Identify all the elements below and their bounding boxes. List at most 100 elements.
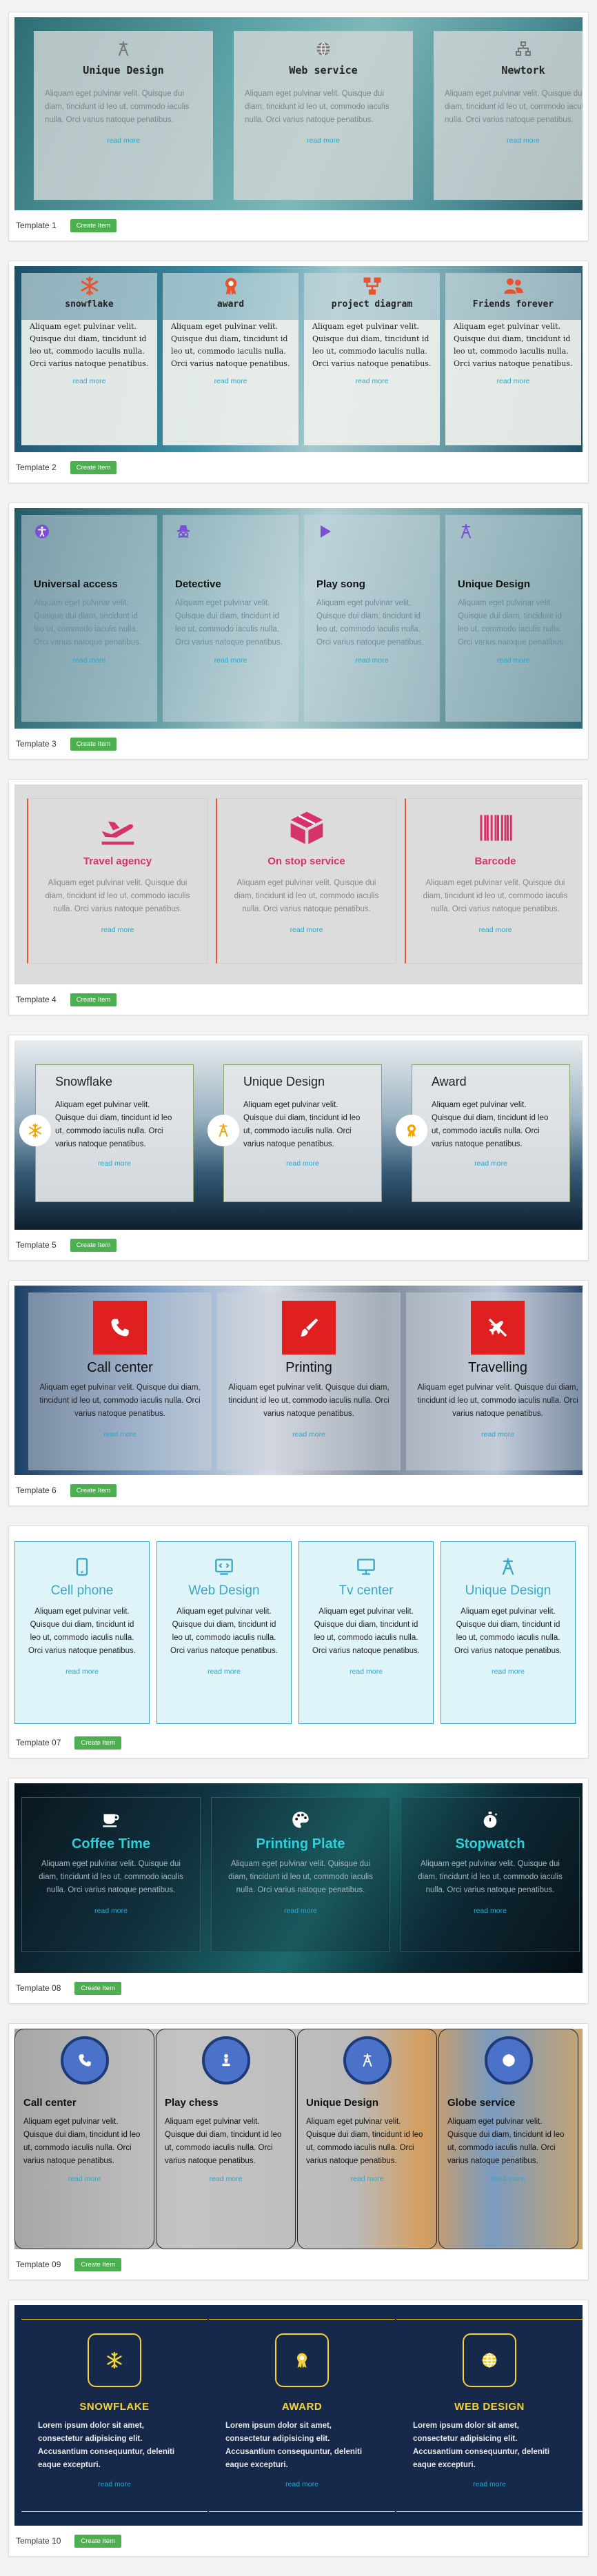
read-more-link[interactable]: read more — [103, 1430, 136, 1439]
read-more-link[interactable]: read more — [356, 377, 389, 385]
read-more-link[interactable]: read more — [68, 2175, 101, 2183]
read-more-link[interactable]: read more — [107, 136, 140, 145]
card-description: Aliquam eget pulvinar velit. Quisque dui… — [39, 1383, 201, 1418]
card-title: Detective — [175, 578, 221, 590]
code-window-icon — [214, 1557, 234, 1576]
card-title: Stopwatch — [455, 1836, 525, 1852]
template-banner: SNOWFLAKE Lorem ipsum dolor sit amet, con… — [14, 2305, 583, 2526]
create-item-button[interactable]: Create Item — [70, 1483, 117, 1497]
compass-icon — [498, 1557, 518, 1576]
read-more-link[interactable]: read more — [101, 926, 134, 934]
read-more-link[interactable]: read more — [214, 377, 247, 385]
card-description: Aliquam eget pulvinar velit. Quisque dui… — [55, 1101, 172, 1148]
card-description: Aliquam eget pulvinar velit. Quisque dui… — [458, 599, 565, 647]
read-more-link[interactable]: read more — [65, 1667, 99, 1676]
card-description: Lorem ipsum dolor sit amet, consectetur … — [38, 2422, 175, 2469]
card-description: Aliquam eget pulvinar velit. Quisque dui… — [454, 322, 573, 368]
read-more-link[interactable]: read more — [474, 1907, 507, 1915]
create-item-button[interactable]: Create Item — [70, 993, 117, 1006]
read-more-link[interactable]: read more — [285, 2480, 318, 2488]
card-title: Travel agency — [83, 855, 152, 867]
barcode-icon — [476, 809, 515, 847]
card-description: Aliquam eget pulvinar velit. Quisque dui… — [165, 2118, 282, 2165]
card-description: Aliquam eget pulvinar velit. Quisque dui… — [34, 599, 141, 647]
card-description: Aliquam eget pulvinar velit. Quisque dui… — [171, 322, 290, 368]
palette-icon — [291, 1810, 310, 1829]
card-description: Aliquam eget pulvinar velit. Quisque dui… — [45, 90, 190, 124]
card-description: Aliquam eget pulvinar velit. Quisque dui… — [45, 879, 190, 913]
accessibility-icon — [34, 523, 50, 540]
diagram-icon — [362, 276, 383, 296]
card-title: Universal access — [34, 578, 118, 590]
feature-card: WEB DESIGN Lorem ipsum dolor sit amet, co… — [396, 2319, 583, 2512]
card-title: Printing Plate — [256, 1836, 345, 1852]
card-description: Aliquam eget pulvinar velit. Quisque dui… — [312, 1608, 420, 1655]
plane-slash-icon — [471, 1301, 525, 1355]
award-icon — [275, 2333, 329, 2387]
card-description: Aliquam eget pulvinar velit. Quisque dui… — [28, 1608, 136, 1655]
read-more-link[interactable]: read more — [290, 926, 323, 934]
create-item-button[interactable]: Create Item — [74, 1736, 122, 1750]
create-item-button[interactable]: Create Item — [74, 2534, 122, 2548]
read-more-link[interactable]: read more — [284, 1907, 317, 1915]
create-item-button[interactable]: Create Item — [74, 2258, 122, 2271]
read-more-link[interactable]: read more — [479, 926, 512, 934]
create-item-button[interactable]: Create Item — [70, 460, 117, 474]
card-description: Aliquam eget pulvinar velit. Quisque dui… — [432, 1101, 549, 1148]
feature-card: Unique Design Aliquam eget pulvinar velit… — [208, 1064, 382, 1202]
card-description: Aliquam eget pulvinar velit. Quisque dui… — [445, 90, 583, 124]
read-more-link[interactable]: read more — [286, 1159, 319, 1168]
read-more-link[interactable]: read more — [474, 1159, 507, 1168]
read-more-link[interactable]: read more — [292, 1430, 325, 1439]
read-more-link[interactable]: read more — [98, 2480, 131, 2488]
phone-icon — [60, 2036, 109, 2085]
create-item-button[interactable]: Create Item — [70, 1238, 117, 1252]
feature-card: Cell phone Aliquam eget pulvinar velit. Q… — [14, 1541, 150, 1724]
read-more-link[interactable]: read more — [492, 2175, 525, 2183]
feature-card: Detective Aliquam eget pulvinar velit. Qu… — [163, 515, 298, 722]
create-item-button[interactable]: Create Item — [74, 1981, 122, 1995]
feature-card: Web service Aliquam eget pulvinar velit. … — [234, 31, 413, 200]
template-label: Template 4 — [16, 995, 57, 1004]
read-more-link[interactable]: read more — [351, 2175, 384, 2183]
template-label: Template 1 — [16, 221, 57, 230]
template-label: Template 5 — [16, 1240, 57, 1250]
card-title: Tv center — [338, 1583, 394, 1598]
template-label: Template 09 — [16, 2260, 61, 2269]
card-description: Aliquam eget pulvinar velit. Quisque dui… — [312, 322, 432, 368]
read-more-link[interactable]: read more — [492, 1667, 525, 1676]
read-more-link[interactable]: read more — [307, 136, 340, 145]
read-more-link[interactable]: read more — [473, 2480, 506, 2488]
card-description: Aliquam eget pulvinar velit. Quisque dui… — [170, 1608, 278, 1655]
card-description: Aliquam eget pulvinar velit. Quisque dui… — [228, 1383, 389, 1418]
card-title: Unique Design — [243, 1075, 325, 1088]
feature-card: Call center Aliquam eget pulvinar velit. … — [28, 1292, 212, 1470]
detective-icon — [175, 523, 192, 540]
read-more-link[interactable]: read more — [73, 377, 106, 385]
read-more-link[interactable]: read more — [350, 1667, 383, 1676]
read-more-link[interactable]: read more — [497, 377, 530, 385]
feature-card: Travelling Aliquam eget pulvinar velit. Q… — [406, 1292, 583, 1470]
template-footer: Template 2 Create Item — [14, 452, 583, 483]
feature-card: Friends forever Aliquam eget pulvinar vel… — [445, 273, 581, 445]
feature-card: award Aliquam eget pulvinar velit. Quisqu… — [163, 273, 298, 445]
read-more-link[interactable]: read more — [497, 656, 530, 665]
create-item-button[interactable]: Create Item — [70, 737, 117, 751]
read-more-link[interactable]: read more — [214, 656, 247, 665]
read-more-link[interactable]: read more — [98, 1159, 131, 1168]
feature-card: SNOWFLAKE Lorem ipsum dolor sit amet, con… — [21, 2319, 208, 2512]
card-title: SNOWFLAKE — [79, 2401, 150, 2413]
read-more-link[interactable]: read more — [481, 1430, 514, 1439]
read-more-link[interactable]: read more — [208, 1667, 241, 1676]
template-footer: Template 5 Create Item — [14, 1230, 583, 1260]
template-7: Cell phone Aliquam eget pulvinar velit. Q… — [8, 1525, 589, 1758]
read-more-link[interactable]: read more — [73, 656, 106, 665]
card-title: Unique Design — [83, 64, 164, 77]
create-item-button[interactable]: Create Item — [70, 219, 117, 232]
read-more-link[interactable]: read more — [210, 2175, 243, 2183]
card-description: Aliquam eget pulvinar velit. Quisque dui… — [316, 599, 424, 647]
read-more-link[interactable]: read more — [356, 656, 389, 665]
feature-card: Unique Design Aliquam eget pulvinar velit… — [34, 31, 213, 200]
read-more-link[interactable]: read more — [507, 136, 540, 145]
read-more-link[interactable]: read more — [94, 1907, 128, 1915]
